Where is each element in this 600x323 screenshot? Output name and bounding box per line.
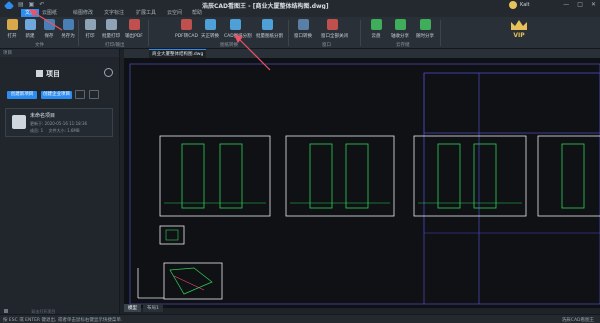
window-convert-button[interactable]: 窗口转换 [292, 19, 314, 39]
create-project-button[interactable]: 创建新项目 [7, 91, 37, 99]
print-button[interactable]: 打印 [79, 19, 101, 39]
refresh-icon[interactable] [104, 68, 113, 77]
username[interactable]: Kalt [520, 2, 530, 8]
project-updated: 更新于: 2020-05-16 11:18:36 [30, 121, 88, 126]
group-label-cloud: 云存储 [396, 43, 410, 48]
group-separator [440, 20, 441, 46]
vip-badge[interactable]: VIP [504, 18, 534, 48]
group-separator [360, 20, 361, 46]
panel-title: 项目 [46, 70, 60, 78]
folder-icon [6, 19, 18, 30]
batch-split-icon [261, 19, 273, 30]
undo-icon[interactable]: ↶ [39, 1, 44, 8]
maximize-icon[interactable]: □ [577, 1, 583, 8]
convert-icon [204, 19, 216, 30]
cloud-icon [370, 19, 382, 30]
device-icon[interactable] [89, 90, 99, 99]
command-prompt: 按 ESC 或 ENTER 键退出, 或者单击鼠标右键显示快捷菜单. [3, 318, 123, 323]
window-controls: — □ ✕ [563, 1, 596, 8]
group-label-print: 打印/输出 [105, 43, 125, 48]
crown-icon [511, 20, 527, 30]
sheet-1 [159, 135, 271, 217]
batch-print-button[interactable]: 批量打印 [100, 19, 122, 39]
sheet-2 [285, 135, 395, 217]
sheet-3 [413, 135, 527, 217]
group-label-convert: 图纸转换 [220, 43, 238, 48]
panel-header: 项目 [0, 49, 119, 57]
save-as-button[interactable]: 另存为 [57, 19, 79, 39]
pdf-to-cad-button[interactable]: PDF转CAD [175, 19, 198, 39]
cad-drawing [129, 63, 600, 305]
document-tab[interactable]: 商业大厦整体结构图.dwg [149, 49, 207, 58]
save-as-icon [62, 19, 74, 30]
project-name: 未命名项目 [30, 113, 56, 119]
close-all-windows-button[interactable]: 窗口全部关闭 [321, 19, 348, 39]
group-label-window: 窗口 [322, 43, 331, 48]
project-panel: 项目 项目 创建新项目 创建企业项目 未命名项目 更新于: 2020-05-16… [0, 49, 120, 316]
avatar[interactable] [509, 1, 517, 9]
group-label-file: 文件 [35, 43, 44, 48]
document-tab-bar: 商业大厦整体结构图.dwg [124, 49, 600, 58]
play-icon[interactable] [75, 90, 85, 99]
printer-icon [84, 19, 96, 30]
sheet-4 [537, 135, 600, 217]
window-icon [297, 19, 309, 30]
cloud-disk-button[interactable]: 云盘 [365, 19, 387, 39]
tab-help[interactable]: 帮助 [192, 9, 202, 17]
pdf-convert-icon [180, 19, 192, 30]
tab-extension-tools[interactable]: 扩展工具 [136, 9, 156, 17]
close-windows-icon [326, 19, 338, 30]
new-file-icon [24, 19, 36, 30]
quick-access-toolbar: ▤ ▣ ↶ [18, 1, 44, 8]
tab-model[interactable]: 模型 [124, 304, 141, 312]
minimize-icon[interactable]: — [563, 1, 569, 8]
share-button[interactable]: 轴收分享 [389, 19, 411, 39]
open-icon[interactable]: ▤ [18, 1, 24, 8]
project-cube-icon [36, 70, 43, 77]
layout-tabs: 模型 布局1 [124, 304, 163, 312]
save-icon[interactable]: ▣ [29, 1, 35, 8]
cad-split-button[interactable]: CAD图纸分割 [224, 19, 252, 39]
project-card[interactable]: 未命名项目 更新于: 2020-05-16 11:18:36 成员: 1 文件大… [5, 108, 113, 137]
instant-share-icon [419, 19, 431, 30]
tab-draw-modify[interactable]: 绘图修改 [73, 9, 93, 17]
project-meta: 成员: 1 文件大小: 1.6MB [30, 128, 80, 134]
status-brand: 浩辰CAD看图王 [561, 318, 594, 323]
status-bar: 按 ESC 或 ENTER 键退出, 或者单击鼠标右键显示快捷菜单. 浩辰CAD… [0, 314, 600, 323]
tab-cloud-space[interactable]: 云空间 [167, 9, 182, 17]
project-size: 文件大小: 1.6MB [48, 128, 80, 133]
batch-split-button[interactable]: 批量图纸分割 [256, 19, 283, 39]
tab-file[interactable]: 文件 [21, 9, 40, 17]
drawing-border-lines [129, 63, 600, 305]
export-pdf-button[interactable]: 输出PDF [123, 19, 145, 39]
share-icon [394, 19, 406, 30]
group-separator [288, 20, 289, 46]
menu-bar: 文件 云图纸 绘图修改 文字标注 扩展工具 云空间 帮助 [0, 9, 600, 17]
save-icon [43, 19, 55, 30]
split-icon [229, 19, 241, 30]
tab-text-annotation[interactable]: 文字标注 [104, 9, 124, 17]
layers-icon [12, 115, 26, 129]
instant-share-button[interactable]: 随时分享 [414, 19, 436, 39]
small-detail [159, 225, 185, 245]
tab-layout1[interactable]: 布局1 [143, 304, 163, 312]
project-members: 成员: 1 [30, 128, 44, 133]
group-separator [148, 20, 149, 46]
tangent-convert-button[interactable]: 天正转换 [199, 19, 221, 39]
create-enterprise-project-button[interactable]: 创建企业项目 [41, 91, 72, 99]
close-icon[interactable]: ✕ [591, 1, 596, 8]
pdf-icon [128, 19, 140, 30]
title-bar: ▤ ▣ ↶ 浩辰CAD看图王 - [商业大厦整体结构图.dwg] Kalt — … [0, 0, 600, 11]
site-plan [163, 262, 223, 300]
drawing-canvas[interactable] [124, 58, 600, 308]
speaker-icon [4, 309, 8, 313]
batch-printer-icon [105, 19, 117, 30]
tab-cloud-drawing[interactable]: 云图纸 [42, 9, 57, 17]
ucs-axis-icon [137, 268, 164, 299]
